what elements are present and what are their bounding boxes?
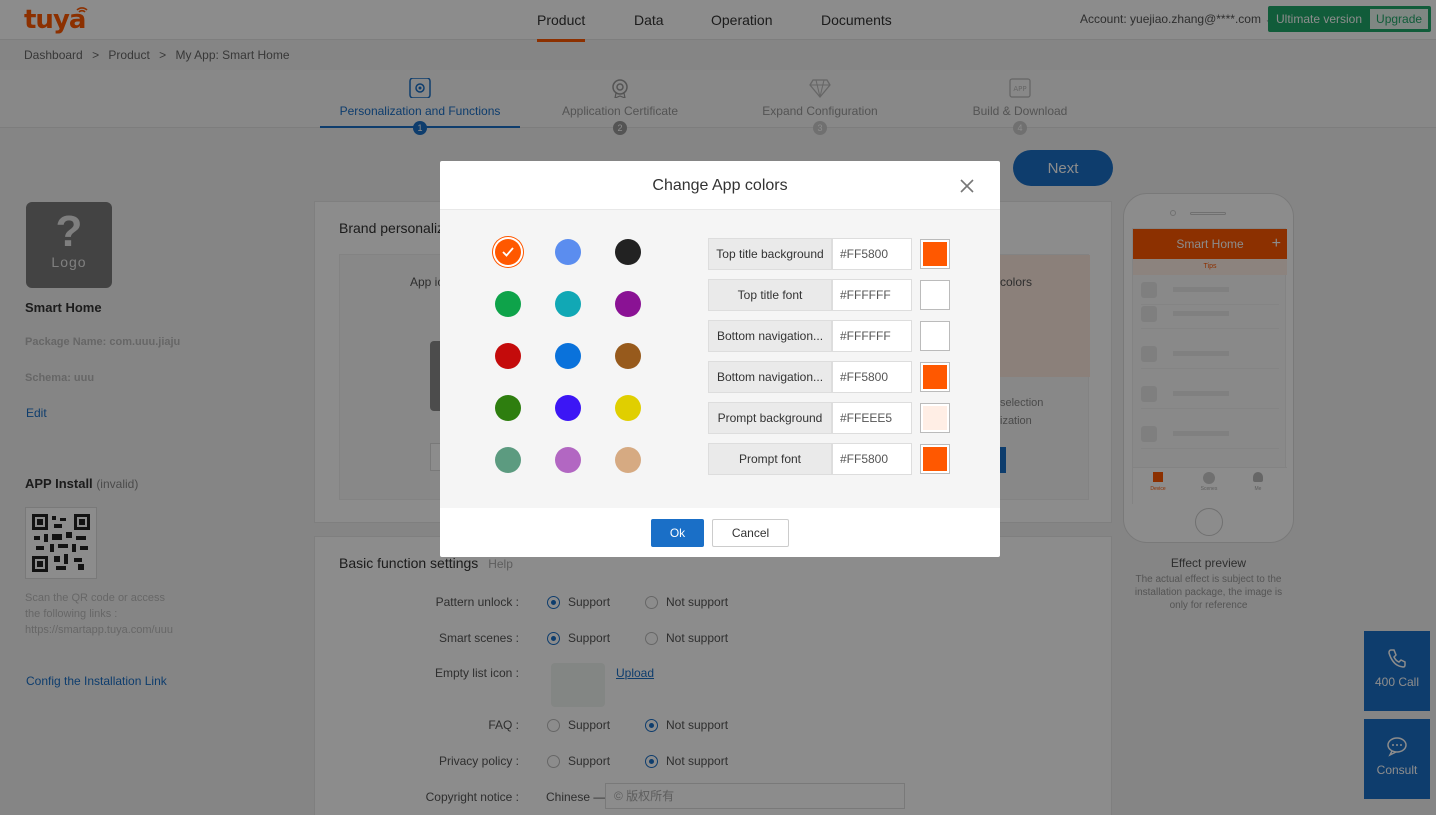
- color-swatch[interactable]: [495, 291, 521, 317]
- color-hex-input[interactable]: #FFEEE5: [832, 402, 912, 434]
- color-swatch[interactable]: [495, 343, 521, 369]
- color-hex-input[interactable]: #FF5800: [832, 361, 912, 393]
- color-hex-input[interactable]: #FFFFFF: [832, 279, 912, 311]
- bottom-navigation-background-row: Bottom navigation... #FFFFFF: [708, 320, 950, 352]
- ok-button[interactable]: Ok: [651, 519, 704, 547]
- prop-label: Bottom navigation...: [708, 320, 832, 352]
- modal-footer: Ok Cancel: [440, 508, 1000, 557]
- color-preview: [923, 406, 947, 430]
- color-preview: [923, 365, 947, 389]
- prompt-font-row: Prompt font #FF5800: [708, 443, 950, 475]
- cancel-button[interactable]: Cancel: [712, 519, 789, 547]
- prop-label: Prompt background: [708, 402, 832, 434]
- close-icon[interactable]: [956, 175, 978, 197]
- color-picker-button[interactable]: [920, 403, 950, 433]
- color-swatch[interactable]: [615, 343, 641, 369]
- prompt-background-row: Prompt background #FFEEE5: [708, 402, 950, 434]
- top-title-font-row: Top title font #FFFFFF: [708, 279, 950, 311]
- change-colors-modal: Change App colors Top title background #…: [440, 161, 1000, 557]
- prop-label: Top title font: [708, 279, 832, 311]
- prop-label: Bottom navigation...: [708, 361, 832, 393]
- color-swatch[interactable]: [555, 447, 581, 473]
- modal-body: Top title background #FF5800 Top title f…: [440, 210, 1000, 508]
- color-swatch[interactable]: [495, 239, 521, 265]
- color-swatch[interactable]: [615, 291, 641, 317]
- bottom-navigation-selected-row: Bottom navigation... #FF5800: [708, 361, 950, 393]
- top-title-background-row: Top title background #FF5800: [708, 238, 950, 270]
- prop-label: Top title background: [708, 238, 832, 270]
- color-hex-input[interactable]: #FFFFFF: [832, 320, 912, 352]
- color-swatch[interactable]: [615, 239, 641, 265]
- color-swatch[interactable]: [555, 239, 581, 265]
- color-picker-button[interactable]: [920, 321, 950, 351]
- color-hex-input[interactable]: #FF5800: [832, 238, 912, 270]
- prop-label: Prompt font: [708, 443, 832, 475]
- color-swatch[interactable]: [555, 291, 581, 317]
- color-hex-input[interactable]: #FF5800: [832, 443, 912, 475]
- color-swatch[interactable]: [555, 343, 581, 369]
- color-preview: [923, 283, 947, 307]
- color-preview: [923, 447, 947, 471]
- modal-title: Change App colors: [440, 161, 1000, 210]
- color-swatch[interactable]: [615, 395, 641, 421]
- color-preview: [923, 242, 947, 266]
- color-swatch[interactable]: [495, 447, 521, 473]
- color-preview: [923, 324, 947, 348]
- color-picker-button[interactable]: [920, 239, 950, 269]
- color-picker-button[interactable]: [920, 280, 950, 310]
- color-swatch[interactable]: [615, 447, 641, 473]
- color-picker-button[interactable]: [920, 362, 950, 392]
- check-icon: [502, 247, 514, 257]
- color-picker-button[interactable]: [920, 444, 950, 474]
- color-swatch[interactable]: [555, 395, 581, 421]
- color-swatch[interactable]: [495, 395, 521, 421]
